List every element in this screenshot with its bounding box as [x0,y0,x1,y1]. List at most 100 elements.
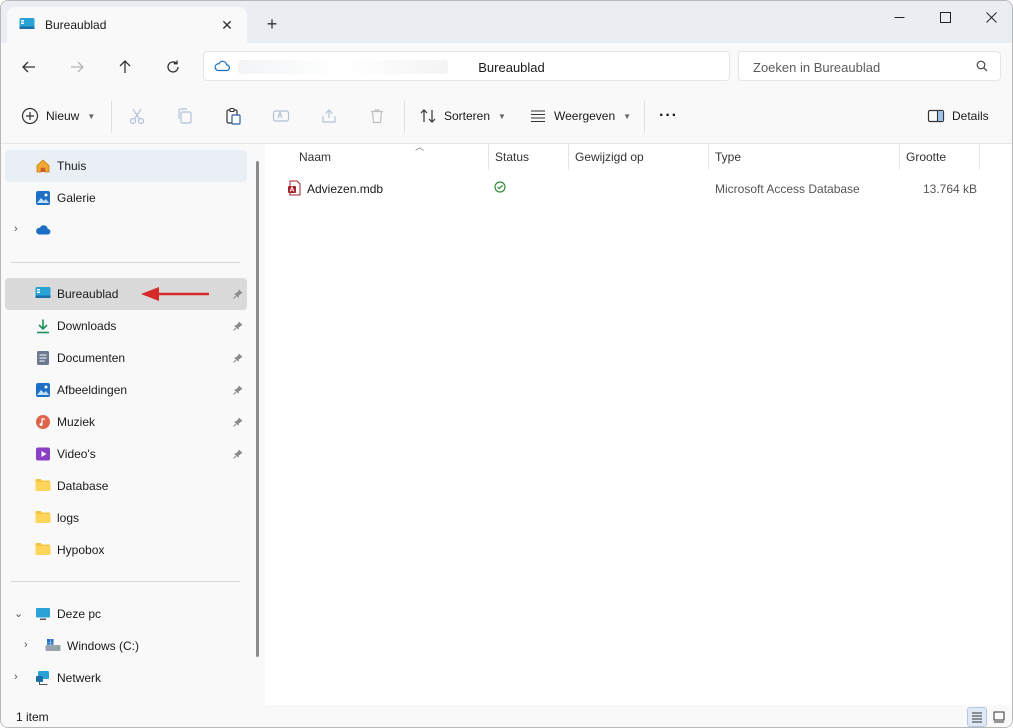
sidebar-item-label: Database [57,479,109,493]
view-button[interactable]: Weergeven ▼ [529,101,631,131]
pin-icon [233,320,243,334]
sort-button[interactable]: Sorteren ▼ [419,101,506,131]
delete-button[interactable] [368,101,386,131]
details-view-button[interactable] [967,707,987,727]
search-box[interactable]: Zoeken in Bureaublad [738,51,1001,81]
paste-button[interactable] [224,101,242,131]
pin-icon [233,448,243,462]
document-icon [35,350,51,366]
pin-icon [233,352,243,366]
share-button[interactable] [320,101,338,131]
column-header-label: Gewijzigd op [575,150,644,164]
cut-button[interactable] [128,101,146,131]
chevron-right-icon[interactable]: › [14,223,18,235]
sidebar-item-galerie[interactable]: Galerie [5,182,247,214]
search-input[interactable]: Zoeken in Bureaublad [753,60,880,75]
rename-icon [272,110,290,122]
close-tab-icon[interactable]: ✕ [215,13,239,37]
chevron-down-icon: ▼ [87,111,96,121]
sidebar-item-netwerk[interactable]: › Netwerk [5,662,247,694]
table-row[interactable]: Adviezen.mdb Microsoft Access Database 1… [283,176,983,200]
home-icon [35,158,51,174]
chevron-right-icon[interactable]: › [14,671,18,683]
minimize-button[interactable] [876,1,922,33]
sidebar-item-logs[interactable]: logs [5,502,247,534]
file-explorer-window: Bureaublad ✕ + Bureaublad Zoeken in Bure… [0,0,1013,728]
toolbar-divider [644,101,645,133]
clipboard-icon [226,107,241,125]
column-header-status[interactable]: Status [489,144,569,170]
network-icon [35,670,51,686]
sidebar-item-windows-c[interactable]: › Windows (C:) [5,630,247,662]
back-button[interactable] [13,51,45,83]
sidebar-item-hypobox[interactable]: Hypobox [5,534,247,566]
sync-ok-icon [494,181,506,196]
sidebar-item-label: Bureaublad [57,287,119,301]
sidebar-item-onedrive[interactable]: › [5,214,247,246]
address-bar[interactable]: Bureaublad [203,51,730,81]
column-header-label: Type [715,150,742,164]
list-view-icon [972,712,982,723]
maximize-icon [939,11,951,23]
sidebar-item-afbeeldingen[interactable]: Afbeeldingen [5,374,247,406]
up-button[interactable] [109,51,141,83]
folder-icon [35,510,51,526]
refresh-icon [167,60,179,73]
sidebar-item-database[interactable]: Database [5,470,247,502]
tab-bureaublad[interactable]: Bureaublad ✕ [7,7,247,43]
column-header-modified[interactable]: Gewijzigd op [569,144,709,170]
more-options-button[interactable]: ··· [659,101,678,131]
cloud-icon [35,222,51,238]
copy-icon [178,108,192,124]
sidebar-item-label: Thuis [57,159,87,173]
pin-icon [233,416,243,430]
sidebar-item-deze-pc[interactable]: ⌄ Deze pc [5,598,247,630]
sidebar-item-label: Netwerk [57,671,102,685]
folder-icon [35,542,51,558]
pin-icon [233,288,243,302]
refresh-button[interactable] [157,51,189,83]
chevron-right-icon[interactable]: › [24,639,28,651]
column-header-size[interactable]: Grootte [900,144,980,170]
column-header-type[interactable]: Type [709,144,900,170]
new-button[interactable]: Nieuw ▼ [21,101,95,131]
column-header-name[interactable]: Naam ︿ [293,142,489,170]
navigation-pane: Thuis Galerie › Bureaublad Downloads Doc… [1,144,265,705]
share-icon [322,109,336,123]
close-icon [985,11,997,23]
sidebar-item-thuis[interactable]: Thuis [5,150,247,182]
sidebar-item-label: Documenten [57,351,126,365]
music-icon [35,414,51,430]
forward-button[interactable] [61,51,93,83]
computer-icon [35,606,51,622]
sidebar-item-muziek[interactable]: Muziek [5,406,247,438]
maximize-button[interactable] [922,1,968,33]
sidebar-item-downloads[interactable]: Downloads [5,310,247,342]
view-label: Weergeven [554,109,616,123]
rename-button[interactable] [272,101,290,131]
sort-label: Sorteren [444,109,491,123]
plus-circle-icon [21,107,39,125]
arrow-left-icon [22,61,35,73]
chevron-down-icon[interactable]: ⌄ [14,607,23,620]
sidebar-item-documenten[interactable]: Documenten [5,342,247,374]
column-header-label: Naam [299,150,332,164]
video-icon [35,446,51,462]
sidebar-item-label: Windows (C:) [67,639,140,653]
tiles-view-button[interactable] [989,707,1009,727]
gallery-icon [35,190,51,206]
copy-button[interactable] [176,101,194,131]
close-window-button[interactable] [968,1,1012,33]
sidebar-item-label: Afbeeldingen [57,383,128,397]
sort-ascending-icon: ︿ [415,142,425,152]
sidebar-item-label: Muziek [57,415,96,429]
tab-title: Bureaublad [45,18,107,32]
chevron-down-icon: ▼ [498,111,506,121]
sidebar-scrollbar[interactable] [256,161,259,657]
sort-icon [420,109,436,123]
file-size: 13.764 kB [923,182,978,196]
new-tab-button[interactable]: + [259,11,285,37]
sidebar-item-videos[interactable]: Video's [5,438,247,470]
column-header-label: Status [495,150,530,164]
details-button[interactable]: Details [927,101,989,131]
